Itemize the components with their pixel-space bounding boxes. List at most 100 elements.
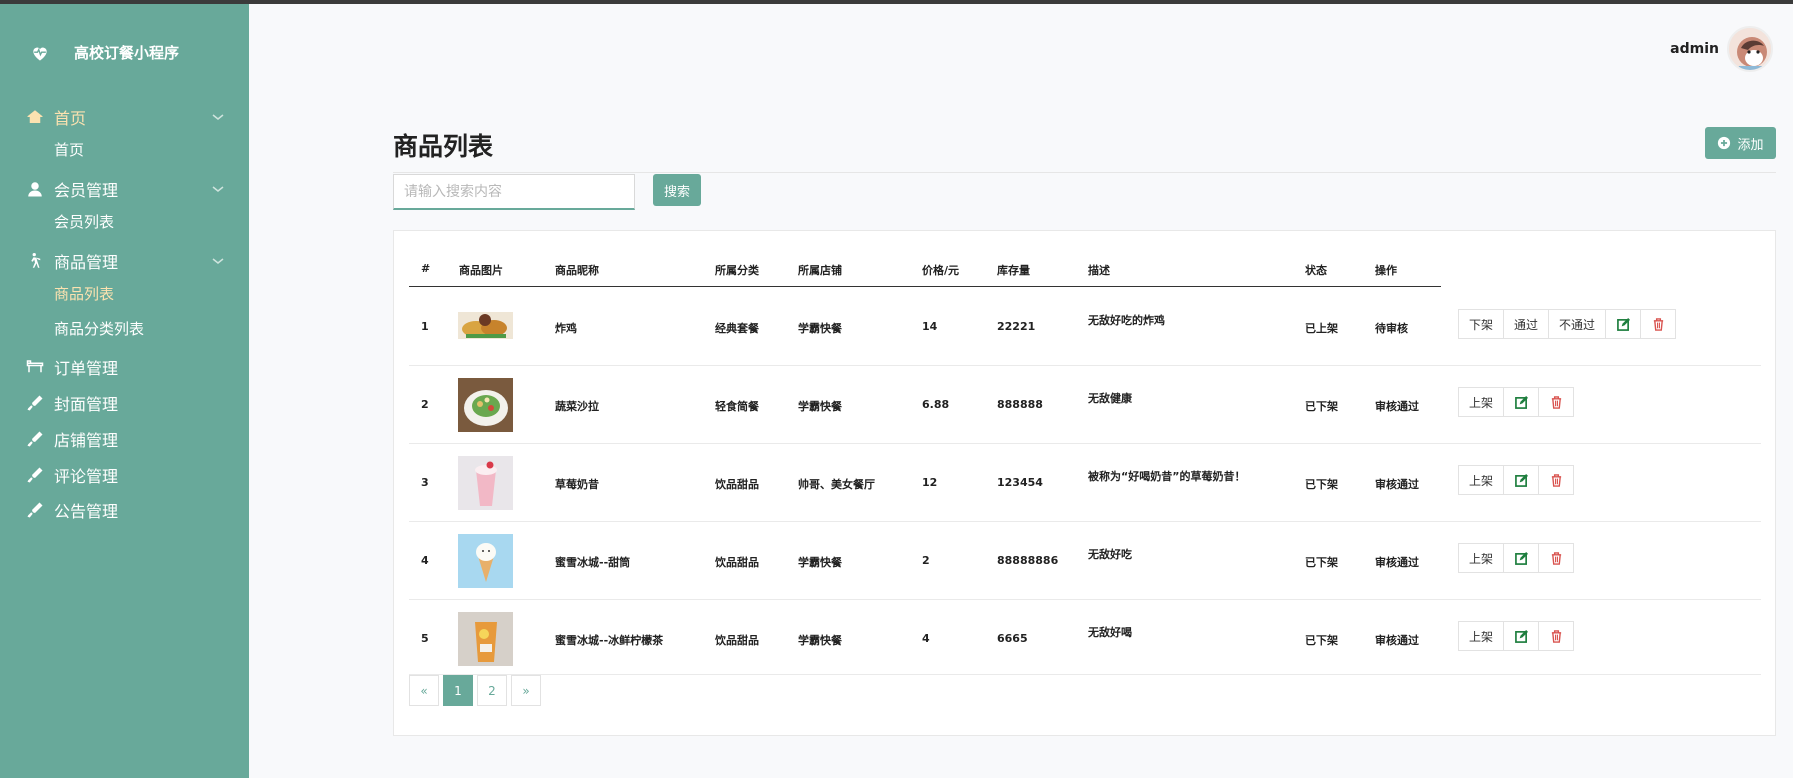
put-on-shelf-button[interactable]: 上架 (1458, 465, 1505, 495)
column-header: 所属分类 (715, 264, 759, 277)
sidebar-item-product-list[interactable]: 商品列表 (54, 283, 114, 304)
trash-icon (1551, 551, 1561, 565)
cell-review-status: 审核通过 (1375, 478, 1419, 491)
edit-icon (1616, 317, 1630, 331)
put-on-shelf-button[interactable]: 上架 (1458, 543, 1505, 573)
delete-button[interactable] (1538, 387, 1575, 417)
sidebar-group-label: 会员管理 (54, 181, 119, 200)
username: admin (1670, 41, 1719, 57)
sidebar-group-label: 公告管理 (54, 502, 119, 521)
cell-description: 无敌好喝 (1088, 626, 1132, 639)
cell-name: 蔬菜沙拉 (555, 400, 599, 413)
cell-review-status: 审核通过 (1375, 634, 1419, 647)
trash-icon (1551, 395, 1561, 409)
sidebar-group-label: 封面管理 (54, 395, 119, 414)
table-row: 3 草莓奶昔 饮品甜品 帅哥、美女餐厅 12 123454 被称为“好喝奶昔”的… (409, 444, 1761, 522)
cell-shop: 学霸快餐 (798, 322, 842, 335)
sidebar-item-home[interactable]: 首页 (54, 139, 84, 160)
sidebar-group-orders[interactable]: 订单管理 (26, 354, 224, 380)
edit-button[interactable] (1503, 543, 1540, 573)
chevron-down-icon[interactable] (212, 184, 224, 194)
brush-icon (27, 467, 43, 483)
chevron-down-icon[interactable] (212, 112, 224, 122)
edit-button[interactable] (1503, 621, 1540, 651)
put-on-shelf-button[interactable]: 上架 (1458, 621, 1505, 651)
search-button[interactable]: 搜索 (653, 174, 701, 206)
table-icon (26, 360, 44, 373)
cell-category: 饮品甜品 (715, 556, 759, 569)
cell-id: 1 (421, 320, 429, 333)
cell-category: 经典套餐 (715, 322, 759, 335)
sidebar-group-comments[interactable]: 评论管理 (26, 462, 224, 488)
page-button-2[interactable]: 2 (477, 675, 507, 706)
column-header: 商品昵称 (555, 264, 599, 277)
cell-shelf-status: 已下架 (1305, 478, 1338, 491)
edit-button[interactable] (1503, 387, 1540, 417)
cell-description: 无敌健康 (1088, 392, 1132, 405)
table-header: # 商品图片 商品昵称 所属分类 所属店铺 价格/元 库存量 描述 状态 操作 (409, 257, 1441, 287)
edit-button[interactable] (1503, 465, 1540, 495)
chevron-down-icon[interactable] (212, 256, 224, 266)
cell-name: 草莓奶昔 (555, 478, 599, 491)
product-table-card: # 商品图片 商品昵称 所属分类 所属店铺 价格/元 库存量 描述 状态 操作 … (393, 230, 1776, 736)
trash-icon (1551, 629, 1561, 643)
app-title: 高校订餐小程序 (74, 44, 180, 62)
search-input[interactable] (393, 174, 635, 210)
window-top-bar (0, 0, 1793, 4)
brush-icon (27, 502, 43, 518)
column-header: 描述 (1088, 264, 1110, 277)
column-header: 所属店铺 (798, 264, 842, 277)
pagination: « 1 2 » (409, 675, 545, 706)
take-down-button[interactable]: 下架 (1458, 309, 1505, 339)
prev-page-button[interactable]: « (409, 675, 439, 706)
delete-button[interactable] (1538, 543, 1575, 573)
sidebar-group-home[interactable]: 首页 (26, 104, 224, 130)
put-on-shelf-button[interactable]: 上架 (1458, 387, 1505, 417)
page-title: 商品列表 (393, 132, 494, 161)
sidebar-group-products[interactable]: 商品管理 (26, 248, 224, 274)
cell-id: 3 (421, 476, 429, 489)
brush-icon (27, 395, 43, 411)
edit-icon (1514, 551, 1528, 565)
cell-price: 12 (922, 476, 938, 489)
user-menu[interactable]: admin (1670, 26, 1773, 72)
sidebar-item-member-list[interactable]: 会员列表 (54, 211, 114, 232)
cell-shelf-status: 已上架 (1305, 322, 1338, 335)
page-button-1[interactable]: 1 (443, 675, 473, 706)
cell-shelf-status: 已下架 (1305, 400, 1338, 413)
next-page-button[interactable]: » (511, 675, 541, 706)
brand[interactable]: 高校订餐小程序 (30, 42, 179, 63)
row-actions: 下架 通过 不通过 (1458, 309, 1677, 339)
cell-description: 无敌好吃的炸鸡 (1088, 314, 1165, 327)
row-actions: 上架 (1458, 465, 1575, 495)
sidebar-item-product-category-list[interactable]: 商品分类列表 (54, 318, 144, 339)
sidebar-group-label: 商品管理 (54, 253, 119, 272)
edit-icon (1514, 395, 1528, 409)
cell-stock: 22221 (997, 320, 1036, 333)
delete-button[interactable] (1640, 309, 1677, 339)
cell-id: 4 (421, 554, 429, 567)
cell-name: 炸鸡 (555, 322, 577, 335)
column-header: 价格/元 (922, 264, 960, 277)
column-header: 操作 (1375, 264, 1397, 277)
sidebar-group-shops[interactable]: 店铺管理 (26, 426, 224, 452)
edit-icon (1514, 629, 1528, 643)
cell-description: 无敌好吃 (1088, 548, 1132, 561)
cell-review-status: 审核通过 (1375, 556, 1419, 569)
add-button[interactable]: 添加 (1705, 127, 1776, 159)
approve-button[interactable]: 通过 (1503, 309, 1550, 339)
product-image-milkshake (458, 456, 513, 510)
edit-button[interactable] (1605, 309, 1642, 339)
avatar[interactable] (1727, 26, 1773, 72)
row-actions: 上架 (1458, 387, 1575, 417)
column-header: 状态 (1305, 264, 1327, 277)
reject-button[interactable]: 不通过 (1548, 309, 1607, 339)
sidebar-group-notices[interactable]: 公告管理 (26, 497, 224, 523)
sidebar-group-members[interactable]: 会员管理 (26, 176, 224, 202)
table-row: 4 蜜雪冰城--甜筒 饮品甜品 学霸快餐 2 88888886 无敌好吃 已下架… (409, 522, 1761, 600)
delete-button[interactable] (1538, 465, 1575, 495)
cell-shop: 帅哥、美女餐厅 (798, 478, 875, 491)
sidebar-group-covers[interactable]: 封面管理 (26, 390, 224, 416)
column-header: 商品图片 (459, 264, 503, 277)
delete-button[interactable] (1538, 621, 1575, 651)
